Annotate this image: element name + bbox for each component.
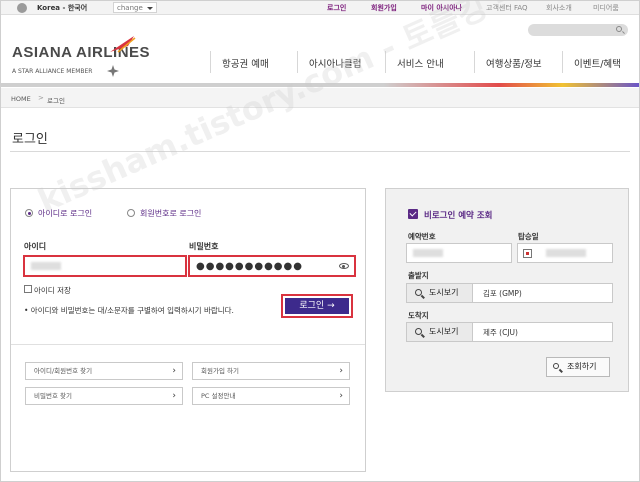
signup-label: 회원가입 하기 <box>201 367 239 375</box>
nav-divider <box>562 51 563 73</box>
login-button-label: 로그인 → <box>285 298 349 314</box>
pc-settings-button[interactable]: PC 설정안내 › <box>192 387 350 405</box>
util-link-my-asiana[interactable]: 마이 아시아나 <box>421 3 462 13</box>
radio-member-number-login[interactable] <box>127 209 135 217</box>
lookup-button[interactable]: 조회하기 <box>546 357 610 377</box>
nav-divider <box>210 51 211 73</box>
breadcrumb-separator: > <box>38 94 44 102</box>
util-link-company[interactable]: 회사소개 <box>546 3 572 13</box>
nav-flight-booking[interactable]: 항공권 예매 <box>222 56 269 70</box>
search-icon <box>415 328 422 335</box>
pc-settings-label: PC 설정안내 <box>201 392 236 400</box>
arrival-field[interactable]: 도시보기 제주 (CJU) <box>406 322 613 342</box>
show-password-eye-icon[interactable] <box>339 263 349 269</box>
arrival-value: 제주 (CJU) <box>483 328 518 337</box>
nav-service-info[interactable]: 서비스 안내 <box>397 56 444 70</box>
chevron-right-icon: › <box>339 366 343 376</box>
breadcrumb: HOME > 로그인 <box>1 88 639 108</box>
reservation-lookup-title: 비로그인 예약 조회 <box>424 211 493 221</box>
util-link-login[interactable]: 로그인 <box>327 3 346 13</box>
search-icon <box>415 289 422 296</box>
site-search-input[interactable] <box>528 24 628 36</box>
departure-city-view-label: 도시보기 <box>429 288 459 297</box>
search-icon <box>616 26 622 32</box>
lookup-button-label: 조회하기 <box>567 362 597 371</box>
masked-boarding-date <box>546 249 586 257</box>
change-language-select[interactable]: change <box>113 2 157 13</box>
find-id-button[interactable]: 아이디/회원번호 찾기 › <box>25 362 183 380</box>
login-button[interactable]: 로그인 → <box>281 294 353 318</box>
nav-asiana-club[interactable]: 아시아나클럽 <box>309 56 361 70</box>
booking-number-label: 예약번호 <box>408 232 436 241</box>
change-label: change <box>117 4 143 12</box>
masked-id-value <box>31 262 61 270</box>
nav-travel-products[interactable]: 여행상품/정보 <box>486 56 542 70</box>
star-alliance-icon <box>107 65 119 77</box>
reservation-lookup-panel: 비로그인 예약 조회 예약번호 탑승일 출발지 도시보기 김포 (GMP) 도착… <box>385 188 629 392</box>
asiana-logo-icon <box>110 36 136 53</box>
signup-button[interactable]: 회원가입 하기 › <box>192 362 350 380</box>
breadcrumb-current: 로그인 <box>47 97 65 105</box>
page-title: 로그인 <box>12 132 48 147</box>
panel-divider <box>11 344 365 345</box>
nav-divider <box>474 51 475 73</box>
find-id-label: 아이디/회원번호 찾기 <box>34 367 93 375</box>
id-label: 아이디 <box>24 242 47 251</box>
radio-id-login[interactable] <box>25 209 33 217</box>
password-label: 비밀번호 <box>189 242 219 251</box>
utility-bar: Korea - 한국어 change 로그인 회원가입 마이 아시아나 고객센터… <box>1 1 639 15</box>
save-id-checkbox[interactable] <box>24 285 32 293</box>
boarding-date-input[interactable] <box>517 243 613 263</box>
departure-city-view-button[interactable]: 도시보기 <box>407 284 473 302</box>
departure-field[interactable]: 도시보기 김포 (GMP) <box>406 283 613 303</box>
nav-divider <box>297 51 298 73</box>
departure-label: 출발지 <box>408 271 429 280</box>
star-alliance-text: A STAR ALLIANCE MEMBER <box>12 68 93 75</box>
find-password-label: 비밀번호 찾기 <box>34 392 72 400</box>
chevron-right-icon: › <box>172 366 176 376</box>
password-input[interactable] <box>190 257 354 275</box>
globe-icon <box>17 3 27 13</box>
id-field[interactable] <box>23 255 187 277</box>
calendar-icon[interactable] <box>523 249 532 258</box>
arrival-label: 도착지 <box>408 311 429 320</box>
search-icon <box>553 363 559 369</box>
login-panel: 아이디로 로그인 회원번호로 로그인 아이디 비밀번호 아이디 저장 • 아이디… <box>10 188 366 472</box>
country-language: Korea - 한국어 <box>37 4 88 12</box>
arrival-city-view-label: 도시보기 <box>429 327 459 336</box>
header-color-stripe <box>1 83 639 87</box>
caret-down-icon <box>147 7 153 10</box>
util-link-faq[interactable]: 고객센터 FAQ <box>486 3 528 13</box>
find-password-button[interactable]: 비밀번호 찾기 › <box>25 387 183 405</box>
arrival-city-view-button[interactable]: 도시보기 <box>407 323 473 341</box>
masked-booking-number <box>413 249 443 257</box>
login-notice: • 아이디와 비밀번호는 대/소문자를 구별하여 입력하시기 바랍니다. <box>24 306 234 315</box>
chevron-right-icon: › <box>339 391 343 401</box>
nav-events[interactable]: 이벤트/혜택 <box>574 56 621 70</box>
booking-number-input[interactable] <box>406 243 512 263</box>
departure-value: 김포 (GMP) <box>483 289 522 298</box>
nav-divider <box>385 51 386 73</box>
reservation-check-icon <box>408 209 418 219</box>
util-link-media[interactable]: 미디어룸 <box>593 3 619 13</box>
save-id-label[interactable]: 아이디 저장 <box>34 285 71 296</box>
chevron-right-icon: › <box>172 391 176 401</box>
password-field[interactable] <box>188 255 356 277</box>
tab-member-number-login-label[interactable]: 회원번호로 로그인 <box>140 208 201 219</box>
tab-id-login-label[interactable]: 아이디로 로그인 <box>38 208 92 219</box>
boarding-date-label: 탑승일 <box>518 232 539 241</box>
util-link-signup[interactable]: 회원가입 <box>371 3 397 13</box>
title-divider <box>10 151 630 152</box>
breadcrumb-home[interactable]: HOME <box>11 95 31 103</box>
